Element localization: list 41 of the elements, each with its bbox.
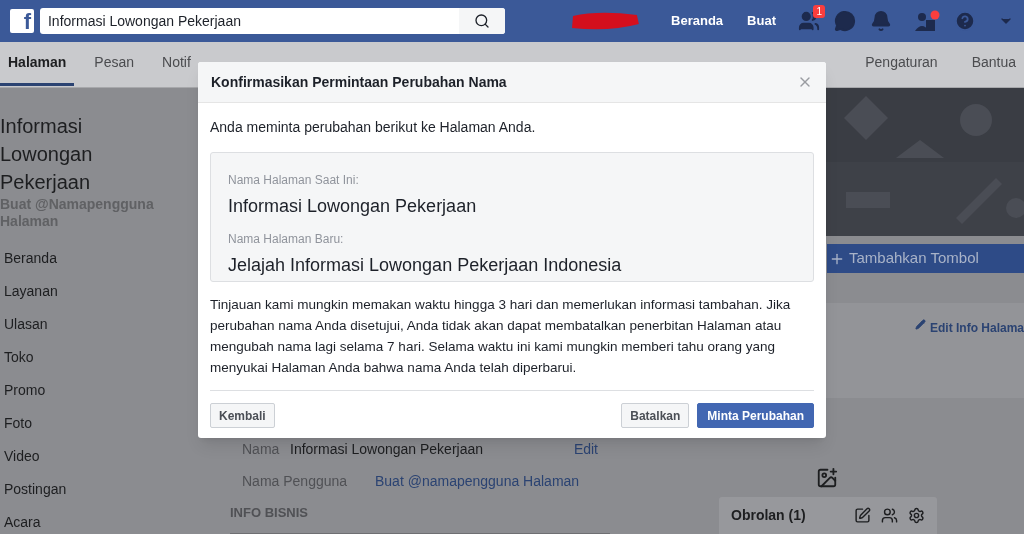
- notification-badge: 1: [813, 5, 825, 18]
- page-tab[interactable]: Bantua: [963, 42, 1024, 86]
- search-field[interactable]: Informasi Lowongan Pekerjaan: [39, 8, 506, 34]
- submit-button[interactable]: Minta Perubahan: [697, 403, 814, 428]
- page-tab[interactable]: Pesan: [86, 42, 143, 86]
- page-tab[interactable]: Pengaturan: [857, 42, 946, 86]
- new-name: Jelajah Informasi Lowongan Pekerjaan Indonesia: [228, 254, 623, 277]
- current-name: Informasi Lowongan Pekerjaan: [228, 195, 478, 218]
- sidebar-item[interactable]: Toko: [0, 341, 200, 374]
- sidebar-item[interactable]: Foto: [0, 407, 200, 440]
- dialog-title: Konfirmasikan Permintaan Perubahan Nama: [211, 72, 508, 92]
- field-value: Informasi Lowongan Pekerjaan: [290, 439, 484, 459]
- page-tab[interactable]: Notif: [154, 42, 199, 86]
- nav-link[interactable]: Beranda: [671, 11, 724, 31]
- sidebar-item[interactable]: Ulasan: [0, 308, 200, 341]
- new-name-label: Nama Halaman Baru:: [228, 231, 345, 248]
- sidebar-item[interactable]: Beranda: [0, 242, 200, 275]
- add-button[interactable]: Tambahkan Tombol: [827, 244, 1024, 273]
- logo[interactable]: f: [10, 9, 34, 33]
- cancel-button[interactable]: Batalkan: [621, 403, 690, 428]
- review-notice: Tinjauan kami mungkin memakan waktu hingga 3 hari dan memerlukan informasi tambahan. Jika perubahan nama Anda disetujui, Anda tidak akan dapat membatalkan penerbitan Halaman atau mengubah nama lagi selama 7 hari. Selama waktu ini kami mungkin memberi tahu orang yang menyukai Halaman Anda bahwa nama Anda telah diperbarui.: [210, 296, 792, 377]
- search-value: Informasi Lowongan Pekerjaan: [47, 11, 242, 31]
- field-label: Nama Pengguna: [241, 471, 349, 491]
- edit-info-link[interactable]: Edit Info Halama: [915, 319, 1024, 398]
- chat-label: Obrolan (1): [731, 506, 807, 525]
- edit-link[interactable]: Edit: [573, 438, 610, 460]
- sidebar-item[interactable]: Video: [0, 440, 200, 473]
- username-link[interactable]: Buat @namapengguna Halaman: [375, 470, 580, 492]
- sidebar-item[interactable]: Promo: [0, 374, 200, 407]
- page-tab[interactable]: Halaman: [0, 42, 75, 86]
- nav-link[interactable]: Buat: [747, 11, 776, 31]
- sidebar-item[interactable]: Layanan: [0, 275, 200, 308]
- field-label: Nama: [241, 439, 281, 459]
- dialog-intro: Anda meminta perubahan berikut ke Halaman Anda.: [210, 118, 537, 137]
- page-title: Informasi Lowongan Pekerjaan: [0, 114, 94, 195]
- section-heading: INFO BISNIS: [230, 503, 610, 534]
- sidebar-item[interactable]: Acara: [0, 506, 200, 534]
- sidebar-item[interactable]: Postingan: [0, 473, 200, 506]
- back-button[interactable]: Kembali: [210, 403, 275, 428]
- chat-bar[interactable]: Obrolan (1): [719, 497, 937, 534]
- current-name-label: Nama Halaman Saat Ini:: [228, 172, 360, 189]
